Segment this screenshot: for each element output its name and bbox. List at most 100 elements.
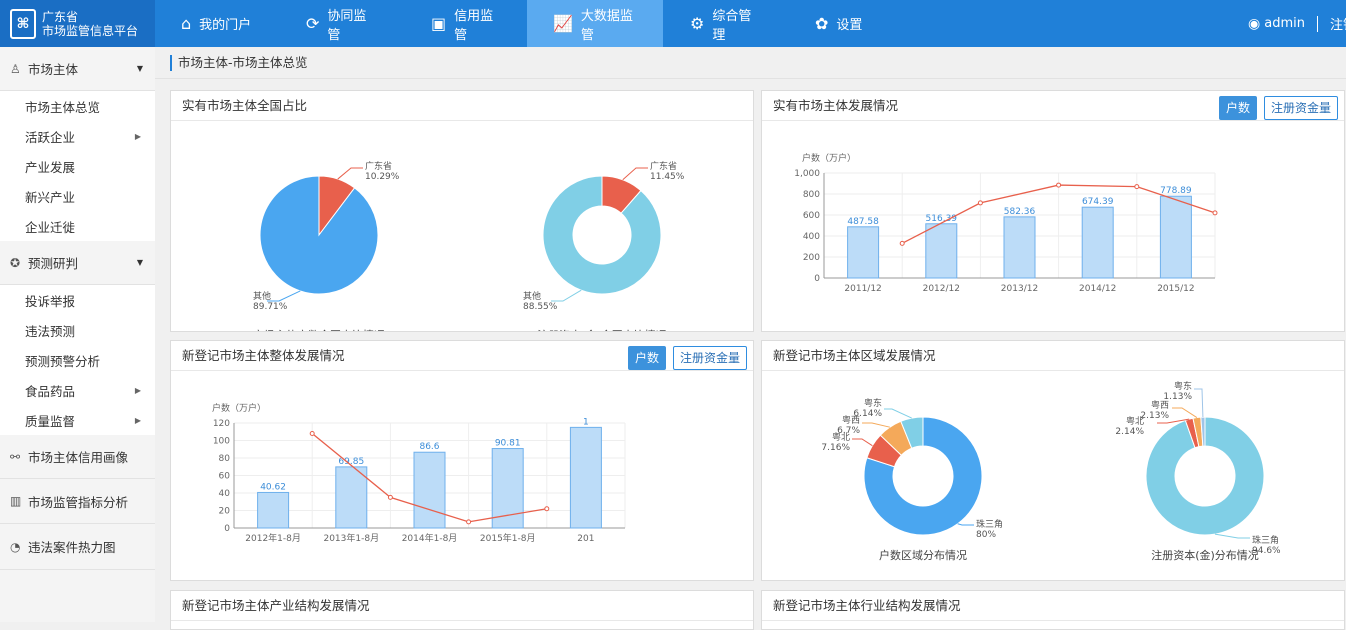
sidebar-group-indicator[interactable]: ▥ 市场监管指标分析 <box>0 479 155 524</box>
chart-icon: 📈 <box>553 14 573 33</box>
pie-value: 7.16% <box>821 443 850 453</box>
sidebar-item-active[interactable]: 活跃企业 ▶ <box>0 121 155 151</box>
bar <box>1081 206 1114 279</box>
sidebar-group-heatmap[interactable]: ◔ 违法案件热力图 <box>0 524 155 570</box>
sidebar-group-market[interactable]: ♙ 市场主体 ▼ <box>0 47 155 91</box>
pie-slice <box>542 175 662 295</box>
logout-link[interactable]: 注销 <box>1330 14 1346 33</box>
bar <box>1159 195 1192 279</box>
bar-value-label: 487.58 <box>847 217 879 227</box>
bar <box>925 223 958 279</box>
card-new-registration: 新登记市场主体整体发展情况 户数 注册资金量 户数（万户） 0 20 40 60 80 10… <box>170 340 754 581</box>
pie-value: 6.14% <box>853 409 882 419</box>
y-tick-label: 200 <box>803 253 820 263</box>
user-name[interactable]: admin <box>1264 16 1305 31</box>
trend-point <box>466 519 472 525</box>
chart-caption: 注册资本(金)全国占比情况 <box>537 328 667 331</box>
bar <box>257 491 290 529</box>
y-tick-label: 400 <box>803 232 820 242</box>
cogs-icon: ⚙ <box>690 14 705 33</box>
sidebar-item-migration[interactable]: 企业迁徙 <box>0 211 155 241</box>
pie-label: 广东省 <box>650 160 677 172</box>
gauge-icon: ▣ <box>431 14 447 33</box>
sidebar-item-emerging[interactable]: 新兴产业 <box>0 181 155 211</box>
nav-collab[interactable]: ⟳ 协同监管 <box>280 0 405 47</box>
pie-slice <box>259 175 379 295</box>
y-tick-label: 60 <box>219 472 231 482</box>
bar-value-label: 1 <box>583 417 589 427</box>
bar <box>569 426 602 529</box>
x-tick-label: 2012/12 <box>923 284 960 294</box>
y-tick-label: 40 <box>219 489 231 499</box>
bar-value-label: 582.36 <box>1004 207 1036 217</box>
sidebar-item-violation[interactable]: 违法预测 <box>0 315 155 345</box>
sidebar-item-warning[interactable]: 预测预警分析 <box>0 345 155 375</box>
pie-leader-line <box>1172 407 1198 418</box>
nav-credit[interactable]: ▣ 信用监管 <box>405 0 530 47</box>
nav-my-portal[interactable]: ⌂ 我的门户 <box>155 0 285 47</box>
y-tick-label: 100 <box>213 437 230 447</box>
households-button[interactable]: 户数 <box>1219 96 1258 120</box>
pie-value: 88.55% <box>523 302 558 312</box>
x-tick-label: 2013/12 <box>1001 284 1038 294</box>
y-tick-label: 600 <box>803 211 820 221</box>
bar <box>1003 216 1036 279</box>
pie-value: 2.14% <box>1115 427 1144 437</box>
pie-label: 其他 <box>253 290 271 302</box>
pie-value: 2.13% <box>1140 411 1169 421</box>
pie-leader-line <box>551 289 582 302</box>
bar <box>847 226 880 279</box>
y-tick-label: 1,000 <box>794 169 820 179</box>
top-bar: ⌘ 广东省 市场监管信息平台 ⌂ 我的门户 ⟳ 协同监管 ▣ 信用监管 📈 大数据监管 ⚙… <box>0 0 1346 47</box>
sidebar-item-food[interactable]: 食品药品 ▶ <box>0 375 155 405</box>
sidebar-item-complaint[interactable]: 投诉举报 <box>0 285 155 315</box>
bar-value-label: 778.89 <box>1160 186 1192 196</box>
nav-settings[interactable]: ✿ 设置 <box>789 0 889 47</box>
y-tick-label: 0 <box>224 524 230 534</box>
card-title: 新登记市场主体产业结构发展情况 <box>171 591 753 621</box>
card-title: 实有市场主体全国占比 <box>171 91 753 121</box>
nav-bigdata[interactable]: 📈 大数据监管 <box>527 0 663 47</box>
pie-leader-line <box>862 422 890 428</box>
card-title: 新登记市场主体区域发展情况 <box>762 341 1344 371</box>
x-tick-label: 2014/12 <box>1079 284 1116 294</box>
bar-value-label: 674.39 <box>1082 197 1114 207</box>
capital-button[interactable]: 注册资金量 <box>1264 96 1339 120</box>
brand-logo[interactable]: ⌘ 广东省 市场监管信息平台 <box>0 0 155 47</box>
capital-button[interactable]: 注册资金量 <box>673 346 748 370</box>
card-national-share: 实有市场主体全国占比 广东省10.29%其他89.71%市场主体户数全国占比情况… <box>170 90 754 342</box>
nav-manage[interactable]: ⚙ 综合管理 <box>664 0 789 47</box>
sidebar-item-overview[interactable]: 市场主体总览 <box>0 91 155 121</box>
x-tick-label: 2013年1-8月 <box>323 532 379 544</box>
brand-line2: 市场监管信息平台 <box>42 23 139 38</box>
regional-charts: 珠三角80%粤北7.16%粤西6.7%粤东6.14%户数区域分布情况珠三角94.… <box>821 380 1281 562</box>
network-icon: ⚯ <box>10 449 21 464</box>
y-tick-label: 20 <box>219 507 231 517</box>
trend-point <box>387 494 393 500</box>
pie-label: 粤东 <box>1174 380 1192 392</box>
home-icon: ⌂ <box>181 14 192 33</box>
bar <box>413 451 446 529</box>
bar-value-label: 516.39 <box>926 214 958 224</box>
x-tick-label: 2015年1-8月 <box>480 532 536 544</box>
bar-value-label: 40.62 <box>260 482 286 492</box>
shield-icon: ✪ <box>10 255 21 270</box>
user-area: ◉ admin 注销 <box>1248 0 1346 47</box>
trend-point <box>977 200 983 206</box>
pie-value: 10.29% <box>365 172 400 182</box>
trend-point <box>309 431 315 436</box>
sidebar-group-credit[interactable]: ⚯ 市场主体信用画像 <box>0 435 155 479</box>
x-tick-label: 2012年1-8月 <box>245 532 301 544</box>
pie-leader-line <box>267 290 301 302</box>
trend-point <box>899 240 905 246</box>
pie-leader-line <box>1214 533 1250 539</box>
y-axis-label: 户数（万户） <box>802 152 856 164</box>
bar-chart-icon: ▥ <box>10 494 22 508</box>
pie-leader-line <box>852 438 873 447</box>
sidebar-item-quality[interactable]: 质量监督 ▶ <box>0 405 155 435</box>
households-button[interactable]: 户数 <box>628 346 667 370</box>
sidebar-group-forecast[interactable]: ✪ 预测研判 ▼ <box>0 241 155 285</box>
sidebar-item-industry[interactable]: 产业发展 <box>0 151 155 181</box>
x-tick-label: 201 <box>577 534 594 544</box>
caret-down-icon: ▼ <box>136 64 143 73</box>
